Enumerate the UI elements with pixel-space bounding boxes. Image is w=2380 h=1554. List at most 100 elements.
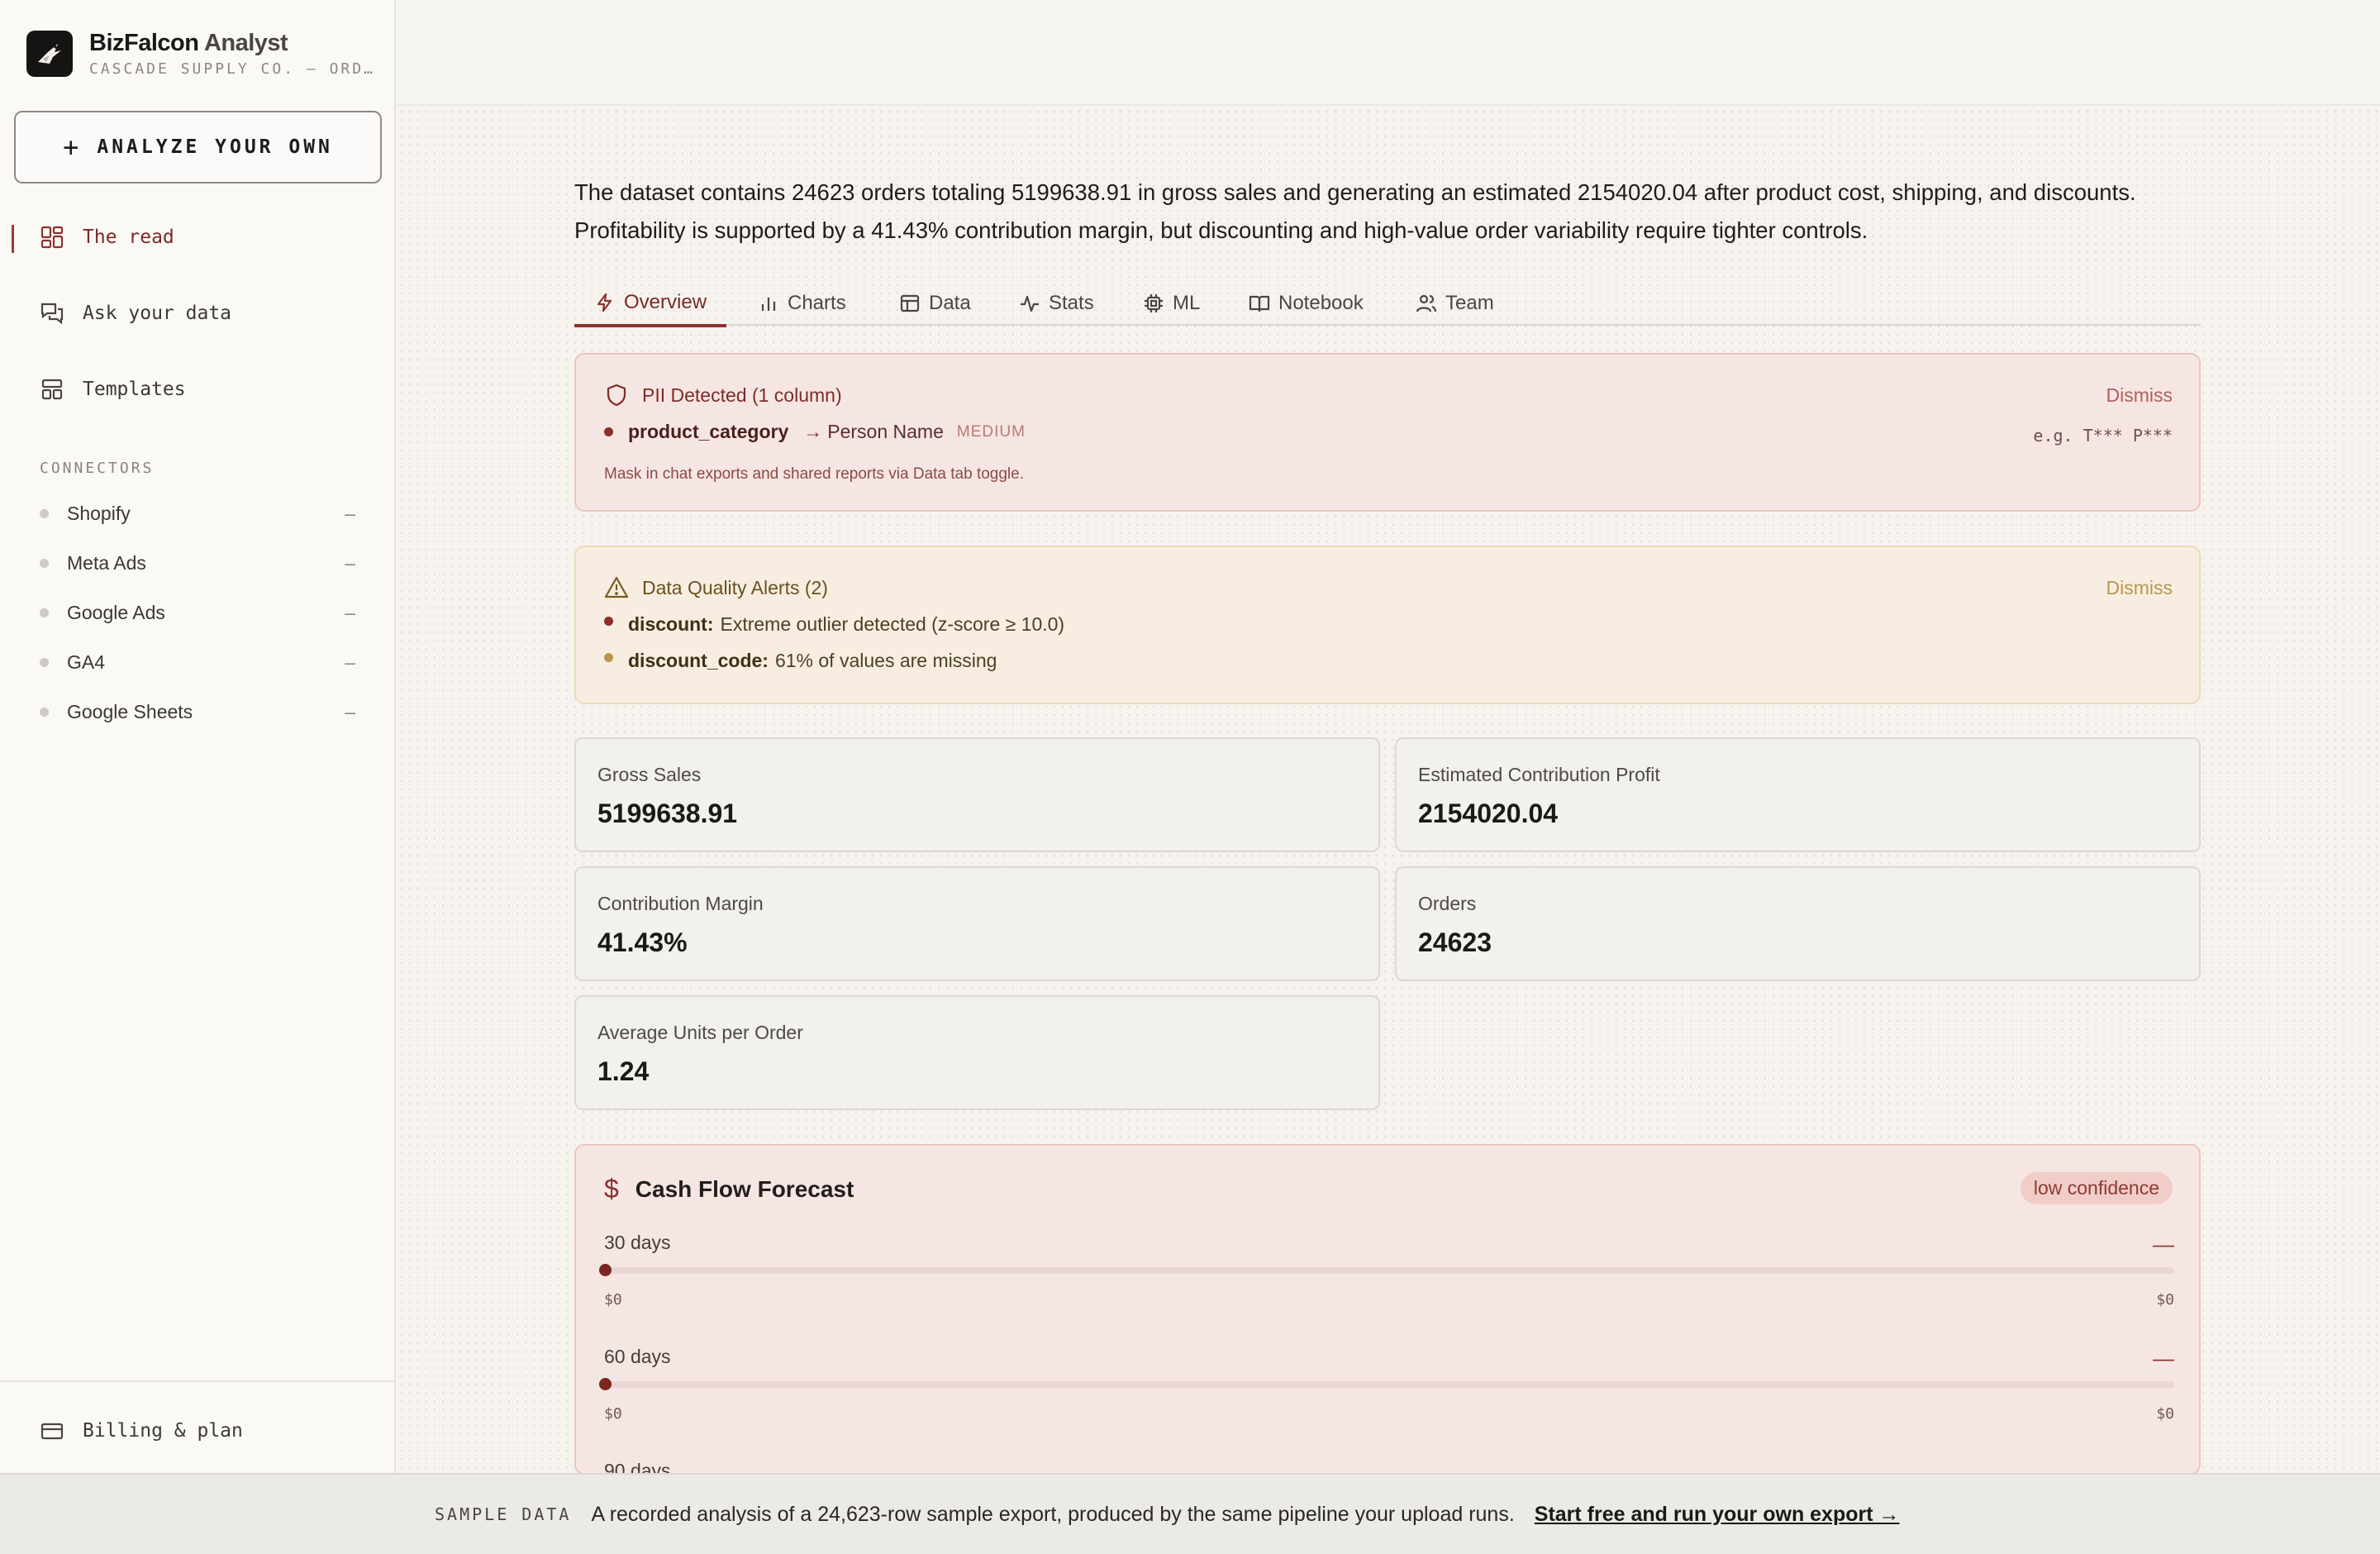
alert-field: discount_code: xyxy=(628,650,769,671)
template-icon xyxy=(41,379,63,400)
tab-label: Data xyxy=(929,292,971,314)
forecast-range-track xyxy=(604,1267,2174,1274)
credit-card-icon xyxy=(40,1423,64,1440)
cash-flow-forecast-card: $ Cash Flow Forecast low confidence 30 d… xyxy=(574,1144,2201,1485)
connector-meta-ads[interactable]: Meta Ads – xyxy=(40,552,355,574)
alert-bullet xyxy=(604,617,613,626)
warning-triangle-icon xyxy=(604,576,629,598)
forecast-range-track xyxy=(604,1381,2174,1388)
forecast-value: — xyxy=(2153,1346,2174,1370)
pii-dismiss-button[interactable]: Dismiss xyxy=(2106,384,2173,407)
chat-icon xyxy=(40,303,64,325)
metric-value: 2154020.04 xyxy=(1418,798,1559,828)
activity-icon xyxy=(1021,295,1039,312)
shield-icon xyxy=(607,384,626,407)
sample-data-description: A recorded analysis of a 24,623-row samp… xyxy=(591,1502,1515,1526)
cpu-icon xyxy=(1145,294,1163,312)
tab-charts[interactable]: Charts xyxy=(758,281,846,326)
forecast-value: — xyxy=(2153,1232,2174,1256)
nav-label: Templates xyxy=(83,379,186,400)
sidebar: BizFalcon Analyst CASCADE SUPPLY CO. — O… xyxy=(0,0,396,1473)
tab-label: Overview xyxy=(624,291,707,313)
tab-notebook[interactable]: Notebook xyxy=(1249,281,1364,326)
nav-item-ask-your-data[interactable]: Ask your data xyxy=(40,301,231,326)
connectors-heading: CONNECTORS xyxy=(40,460,155,477)
nav-label: Ask your data xyxy=(83,303,232,324)
pii-type: Person Name xyxy=(827,421,944,442)
nav-item-the-read[interactable]: The read xyxy=(40,225,174,250)
connector-status: – xyxy=(345,503,355,524)
data-quality-card: Data Quality Alerts (2) Dismiss discount… xyxy=(574,546,2201,704)
metric-value: 5199638.91 xyxy=(597,798,738,828)
pii-title-text: PII Detected (1 column) xyxy=(642,384,842,406)
status-dot xyxy=(40,509,49,518)
tab-ml[interactable]: ML xyxy=(1143,281,1200,326)
connector-status: – xyxy=(345,552,355,574)
tab-bar: Overview Charts Data Stats ML Notebook T… xyxy=(574,281,2201,327)
alert-bullet xyxy=(604,653,613,662)
alert-message: Extreme outlier detected (z-score ≥ 10.0… xyxy=(720,613,1065,635)
pii-column-row: product_category → Person Name MEDIUM xyxy=(604,421,1026,443)
sidebar-divider xyxy=(0,1380,396,1382)
pii-alert-card: PII Detected (1 column) Dismiss product_… xyxy=(574,353,2201,512)
lightning-icon xyxy=(597,293,612,312)
connector-status: – xyxy=(345,701,355,722)
start-free-link[interactable]: Start free and run your own export → xyxy=(1535,1503,1900,1527)
metric-contribution-profit: Estimated Contribution Profit 2154020.04 xyxy=(1395,737,2201,852)
billing-label: Billing & plan xyxy=(83,1420,243,1442)
pii-field-name: product_category xyxy=(628,421,789,442)
pii-bullet xyxy=(604,427,613,436)
book-open-icon xyxy=(1249,295,1270,312)
analyze-your-own-button[interactable]: + ANALYZE YOUR OWN xyxy=(14,111,382,184)
pii-severity-badge: MEDIUM xyxy=(956,422,1026,441)
analysis-summary: The dataset contains 24623 orders totali… xyxy=(574,179,2136,243)
alert-item: discount: Extreme outlier detected (z-sc… xyxy=(604,613,1064,636)
forecast-horizon-label: 30 days xyxy=(604,1232,671,1253)
forecast-low: $0 xyxy=(604,1291,622,1309)
falcon-logo-icon xyxy=(26,31,73,77)
connector-label: GA4 xyxy=(67,651,106,673)
dashboard-icon xyxy=(40,226,64,249)
cash-flow-title: $ Cash Flow Forecast xyxy=(604,1174,854,1204)
connector-ga4[interactable]: GA4 – xyxy=(40,651,355,674)
tab-label: Charts xyxy=(788,292,846,314)
tab-data[interactable]: Data xyxy=(899,281,971,326)
data-quality-title-text: Data Quality Alerts (2) xyxy=(642,576,828,598)
alert-message: 61% of values are missing xyxy=(774,650,997,671)
forecast-high: $0 xyxy=(2156,1291,2174,1309)
billing-and-plan-link[interactable]: Billing & plan xyxy=(40,1418,243,1443)
confidence-badge: low confidence xyxy=(2020,1172,2173,1204)
active-nav-indicator xyxy=(12,225,14,253)
connector-label: Google Sheets xyxy=(67,701,193,722)
connector-google-sheets[interactable]: Google Sheets – xyxy=(40,701,355,723)
tab-stats[interactable]: Stats xyxy=(1019,281,1094,326)
users-icon xyxy=(1416,294,1437,312)
plus-icon: + xyxy=(63,131,83,163)
pii-note: Mask in chat exports and shared reports … xyxy=(604,465,1024,483)
tab-label: ML xyxy=(1173,292,1201,314)
metric-gross-sales: Gross Sales 5199638.91 xyxy=(574,737,1380,852)
tab-label: Team xyxy=(1445,292,1494,314)
sample-data-label: SAMPLE DATA xyxy=(435,1504,572,1524)
connector-label: Google Ads xyxy=(67,602,165,623)
dollar-icon: $ xyxy=(604,1174,619,1204)
nav-item-templates[interactable]: Templates xyxy=(40,377,186,402)
nav-label: The read xyxy=(83,226,174,248)
connector-google-ads[interactable]: Google Ads – xyxy=(40,602,355,624)
forecast-high: $0 xyxy=(2156,1405,2174,1423)
forecast-marker xyxy=(599,1378,612,1390)
metric-label: Average Units per Order xyxy=(597,1022,803,1043)
alert-field: discount: xyxy=(628,613,714,635)
metric-orders: Orders 24623 xyxy=(1395,866,2201,981)
brand[interactable]: BizFalcon Analyst CASCADE SUPPLY CO. — O… xyxy=(26,30,375,78)
pii-mask-example: e.g. T*** P*** xyxy=(2033,426,2173,446)
data-quality-dismiss-button[interactable]: Dismiss xyxy=(2106,577,2173,599)
metric-label: Orders xyxy=(1418,893,1477,914)
connector-shopify[interactable]: Shopify – xyxy=(40,503,355,525)
workspace-subtitle: CASCADE SUPPLY CO. — ORD… xyxy=(89,60,375,78)
metric-value: 1.24 xyxy=(597,1056,650,1086)
tab-overview[interactable]: Overview xyxy=(574,281,727,327)
tab-team[interactable]: Team xyxy=(1416,281,1494,326)
table-icon xyxy=(900,294,920,312)
tab-label: Notebook xyxy=(1278,292,1364,314)
